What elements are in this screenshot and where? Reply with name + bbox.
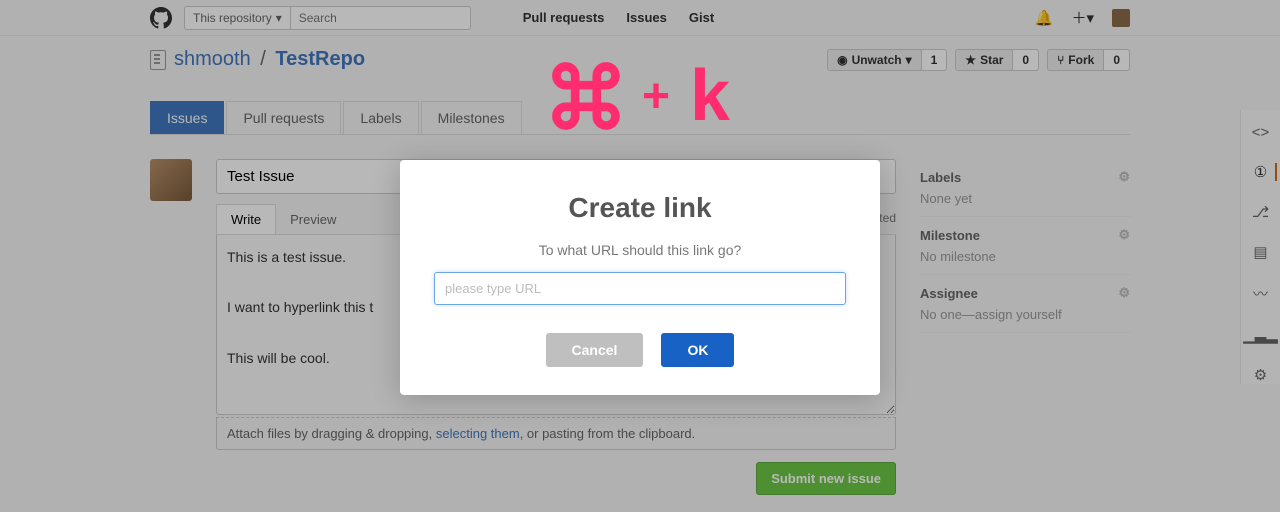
modal-title: Create link (434, 192, 846, 224)
ok-button[interactable]: OK (661, 333, 734, 367)
k-key-text: k (690, 60, 730, 132)
plus-text: + (642, 69, 670, 124)
shortcut-overlay: + k (550, 60, 730, 132)
cancel-button[interactable]: Cancel (546, 333, 644, 367)
create-link-modal: Create link To what URL should this link… (400, 160, 880, 395)
command-key-icon (550, 60, 622, 132)
modal-prompt: To what URL should this link go? (434, 242, 846, 258)
url-input[interactable] (434, 272, 846, 305)
